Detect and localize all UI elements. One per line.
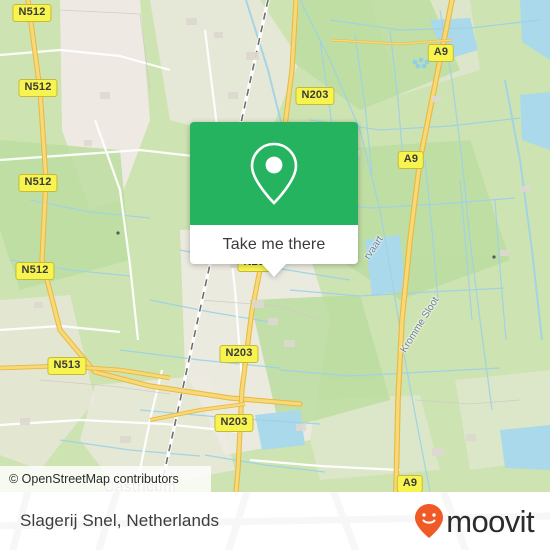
place-title: Slagerij Snel, Netherlands	[20, 511, 220, 530]
road-shield-n203: N203	[214, 414, 254, 432]
road-shield-n513: N513	[47, 357, 87, 375]
callout-tail	[261, 263, 287, 277]
road-shield-n203: N203	[295, 87, 335, 105]
osm-attribution[interactable]: © OpenStreetMap contributors	[0, 466, 211, 492]
road-shield-a9: A9	[396, 475, 424, 492]
callout-action-area[interactable]: Take me there	[190, 225, 358, 264]
road-shield-n512: N512	[12, 4, 52, 22]
road-shield-a9: A9	[427, 44, 455, 62]
road-shield-n512: N512	[18, 174, 58, 192]
road-shield-a9: A9	[397, 151, 425, 169]
moovit-wordmark: moovit	[446, 503, 534, 539]
road-shield-n512: N512	[15, 262, 55, 280]
location-callout-card[interactable]: Take me there	[190, 122, 358, 277]
footer-bar: Slagerij Snel, Netherlands moovit	[0, 492, 550, 550]
callout-icon-area	[190, 122, 358, 225]
road-shield-n203: N203	[219, 345, 259, 363]
map-canvas[interactable]: Castricum Kromme Sloot rvaart N512 N512 …	[0, 0, 550, 492]
moovit-map-share-card: Castricum Kromme Sloot rvaart N512 N512 …	[0, 0, 550, 550]
road-shield-n512: N512	[18, 79, 58, 97]
moovit-logo[interactable]: moovit	[414, 503, 535, 539]
osm-attribution-text: © OpenStreetMap contributors	[9, 472, 179, 486]
map-pin-icon	[250, 142, 298, 205]
moovit-pin-smiley-icon	[415, 504, 444, 538]
take-me-there-label: Take me there	[222, 235, 326, 253]
